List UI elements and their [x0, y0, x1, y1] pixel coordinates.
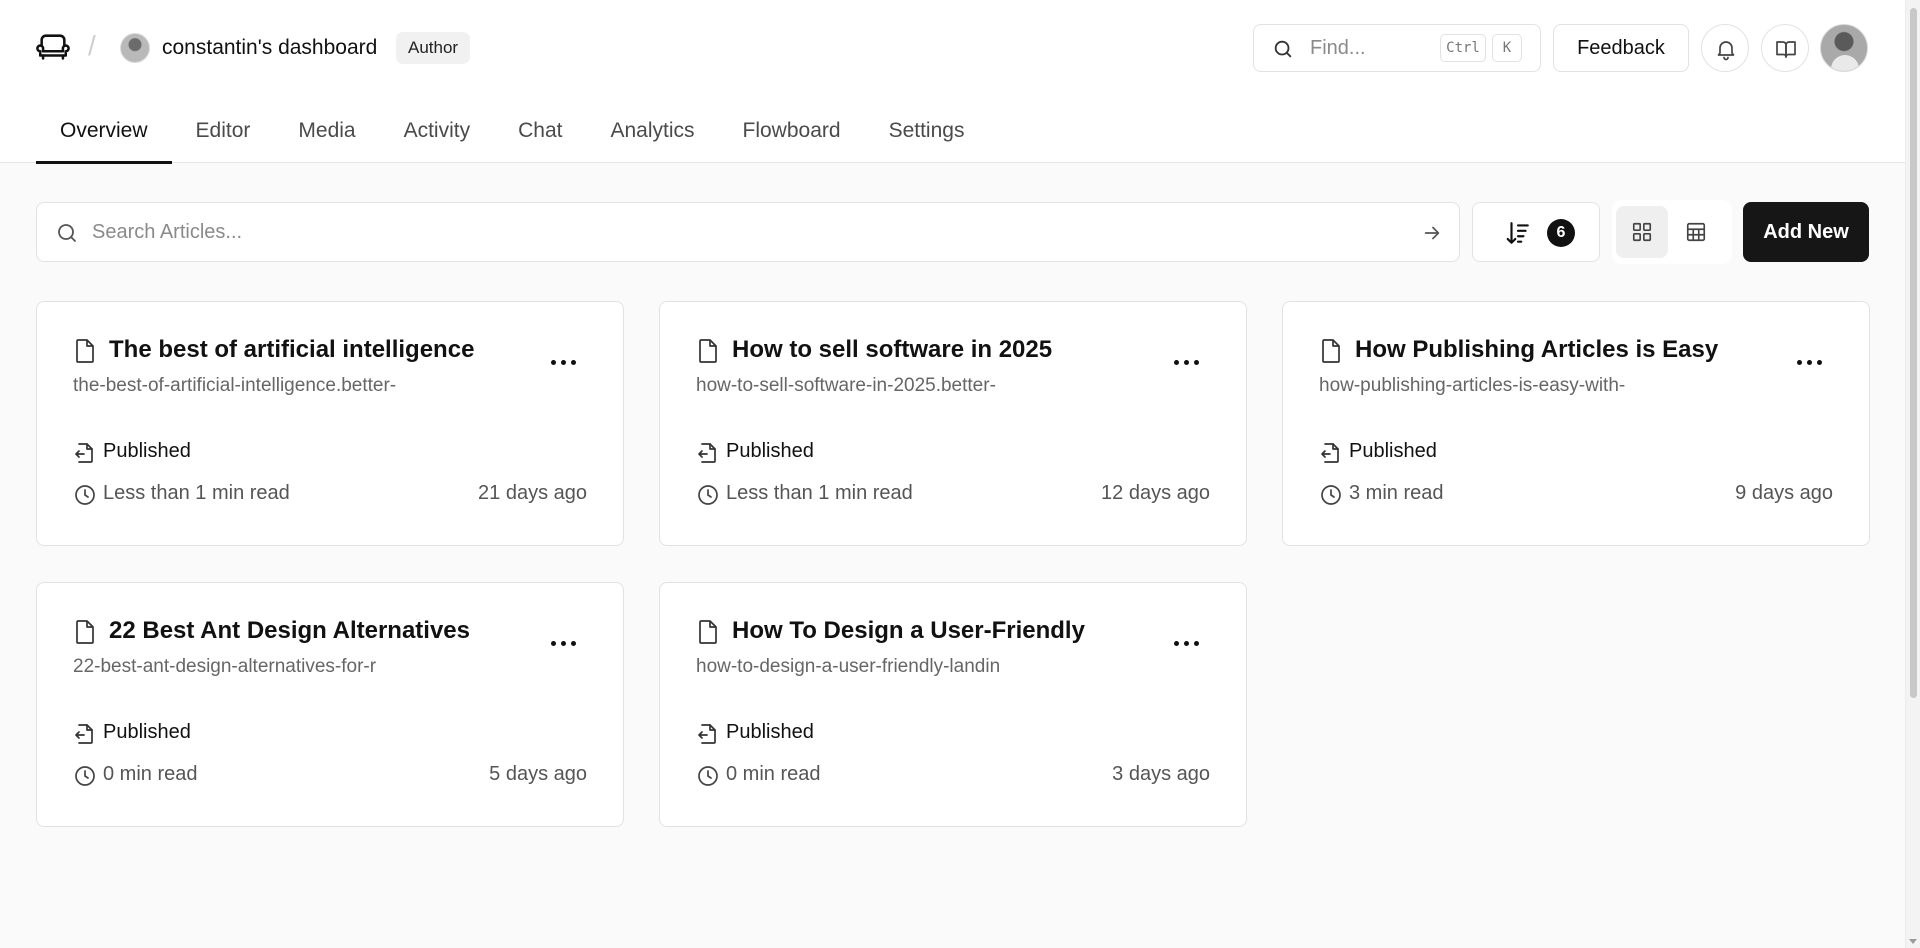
article-read-time: Less than 1 min read	[726, 482, 913, 504]
file-icon	[73, 338, 97, 364]
top-header: / constantin's dashboard Author Find... …	[0, 0, 1905, 164]
find-placeholder: Find...	[1310, 37, 1366, 59]
article-slug: the-best-of-artificial-intelligence.bett…	[73, 375, 397, 396]
article-read-time: 0 min read	[726, 763, 821, 785]
article-age: 12 days ago	[1101, 482, 1210, 504]
more-options-icon[interactable]	[547, 631, 581, 655]
file-icon	[73, 619, 97, 645]
article-age: 3 days ago	[1112, 763, 1210, 785]
arrow-right-icon[interactable]	[1421, 222, 1443, 244]
shortcut-k-key: K	[1492, 34, 1522, 62]
article-card[interactable]: 22 Best Ant Design Alternatives 22-best-…	[36, 582, 624, 827]
article-title[interactable]: How Publishing Articles is Easy	[1355, 336, 1735, 364]
breadcrumb-separator: /	[88, 30, 96, 61]
file-export-icon	[1319, 441, 1343, 465]
article-age: 9 days ago	[1735, 482, 1833, 504]
article-slug: how-to-sell-software-in-2025.better-	[696, 375, 996, 396]
sofa-logo-icon[interactable]	[36, 30, 70, 64]
shortcut-ctrl-key: Ctrl	[1440, 34, 1486, 62]
more-options-icon[interactable]	[547, 350, 581, 374]
article-search-placeholder: Search Articles...	[92, 221, 243, 243]
file-icon	[1319, 338, 1343, 364]
main-tabs: Overview Editor Media Activity Chat Anal…	[36, 112, 989, 164]
more-options-icon[interactable]	[1793, 350, 1827, 374]
find-search[interactable]: Find... Ctrl K	[1253, 24, 1541, 72]
article-read-time: Less than 1 min read	[103, 482, 290, 504]
clock-icon	[696, 764, 720, 788]
more-options-icon[interactable]	[1170, 350, 1204, 374]
scroll-down-arrow-icon[interactable]	[1909, 939, 1917, 944]
user-avatar[interactable]	[1820, 24, 1868, 72]
clock-icon	[73, 483, 97, 507]
sort-count-badge: 6	[1547, 219, 1575, 247]
tab-editor[interactable]: Editor	[172, 112, 275, 163]
search-icon	[1272, 38, 1294, 60]
feedback-button[interactable]: Feedback	[1553, 24, 1689, 72]
scrollbar-thumb[interactable]	[1910, 8, 1917, 698]
table-view-button[interactable]	[1670, 206, 1722, 258]
article-slug: 22-best-ant-design-alternatives-for-r	[73, 656, 377, 677]
file-export-icon	[73, 722, 97, 746]
article-card[interactable]: How To Design a User-Friendly how-to-des…	[659, 582, 1247, 827]
file-export-icon	[696, 441, 720, 465]
article-age: 5 days ago	[489, 763, 587, 785]
article-card[interactable]: How Publishing Articles is Easy how-publ…	[1282, 301, 1870, 546]
book-open-icon	[1776, 41, 1796, 58]
tab-flowboard[interactable]: Flowboard	[719, 112, 865, 163]
docs-button[interactable]	[1761, 24, 1809, 72]
sort-button[interactable]: 6	[1472, 202, 1600, 262]
tab-media[interactable]: Media	[274, 112, 379, 163]
article-age: 21 days ago	[478, 482, 587, 504]
more-options-icon[interactable]	[1170, 631, 1204, 655]
article-status: Published	[726, 721, 814, 743]
add-new-button[interactable]: Add New	[1743, 202, 1869, 262]
team-avatar[interactable]	[120, 33, 150, 63]
view-toggle	[1612, 200, 1732, 264]
article-card[interactable]: The best of artificial intelligence the-…	[36, 301, 624, 546]
article-status: Published	[726, 440, 814, 462]
role-badge: Author	[396, 32, 471, 64]
page-scrollbar[interactable]	[1905, 0, 1920, 948]
search-icon	[55, 221, 79, 245]
tab-settings[interactable]: Settings	[865, 112, 989, 163]
dashboard-title[interactable]: constantin's dashboard	[162, 36, 377, 60]
article-status: Published	[103, 721, 191, 743]
notifications-button[interactable]	[1701, 24, 1749, 72]
sort-descending-icon	[1506, 222, 1529, 244]
file-icon	[696, 338, 720, 364]
article-title[interactable]: How To Design a User-Friendly	[732, 617, 1112, 645]
article-status: Published	[103, 440, 191, 462]
article-status: Published	[1349, 440, 1437, 462]
table-icon	[1686, 222, 1706, 242]
file-export-icon	[696, 722, 720, 746]
article-title[interactable]: How to sell software in 2025	[732, 336, 1112, 364]
article-slug: how-to-design-a-user-friendly-landin	[696, 656, 1001, 677]
grid-icon	[1632, 222, 1652, 242]
clock-icon	[696, 483, 720, 507]
tab-overview[interactable]: Overview	[36, 112, 172, 164]
article-title[interactable]: The best of artificial intelligence	[109, 336, 489, 364]
clock-icon	[73, 764, 97, 788]
tab-activity[interactable]: Activity	[380, 112, 495, 163]
article-search-input[interactable]: Search Articles...	[36, 202, 1460, 262]
grid-view-button[interactable]	[1616, 206, 1668, 258]
file-export-icon	[73, 441, 97, 465]
article-title[interactable]: 22 Best Ant Design Alternatives	[109, 617, 489, 645]
clock-icon	[1319, 483, 1343, 507]
article-card[interactable]: How to sell software in 2025 how-to-sell…	[659, 301, 1247, 546]
bell-icon	[1717, 41, 1735, 61]
tab-analytics[interactable]: Analytics	[586, 112, 718, 163]
article-slug: how-publishing-articles-is-easy-with-	[1319, 375, 1626, 396]
article-read-time: 3 min read	[1349, 482, 1444, 504]
tab-chat[interactable]: Chat	[494, 112, 586, 163]
app: / constantin's dashboard Author Find... …	[0, 0, 1920, 948]
file-icon	[696, 619, 720, 645]
article-read-time: 0 min read	[103, 763, 198, 785]
